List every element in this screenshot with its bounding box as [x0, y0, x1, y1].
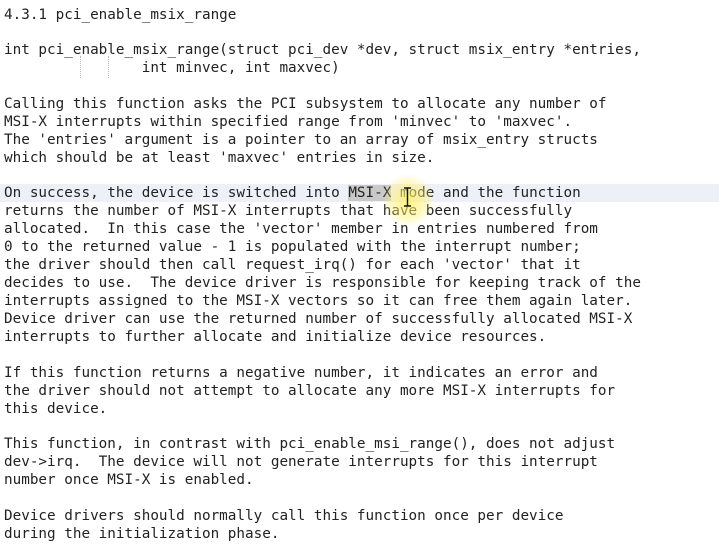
paragraph-line: number once MSI-X is enabled.	[4, 472, 254, 488]
paragraph-line: dev->irq. The device will not generate i…	[4, 454, 598, 470]
paragraph-line: interrupts assigned to the MSI-X vectors…	[4, 293, 633, 309]
text-segment: On success, the device is switched into	[4, 185, 349, 201]
text-segment: mode and the function	[391, 185, 581, 201]
paragraph-line: This function, in contrast with pci_enab…	[4, 436, 616, 452]
selected-text[interactable]: MSI-X	[348, 185, 392, 201]
paragraph-line: interrupts to further allocate and initi…	[4, 329, 547, 345]
signature-line: int minvec, int maxvec)	[4, 60, 340, 76]
paragraph-line: during the initialization phase.	[4, 526, 280, 542]
paragraph-line: the driver should then call request_irq(…	[4, 257, 581, 273]
signature-line: int pci_enable_msix_range(struct pci_dev…	[4, 42, 641, 58]
paragraph-line: decides to use. The device driver is res…	[4, 275, 641, 291]
paragraph-line: Device driver can use the returned numbe…	[4, 311, 633, 327]
paragraph-line: this device.	[4, 401, 108, 417]
paragraph-line: Calling this function asks the PCI subsy…	[4, 96, 607, 112]
paragraph-line: The 'entries' argument is a pointer to a…	[4, 132, 598, 148]
paragraph-line: 0 to the returned value - 1 is populated…	[4, 239, 581, 255]
paragraph-line: the driver should not attempt to allocat…	[4, 383, 616, 399]
paragraph-line: which should be at least 'maxvec' entrie…	[4, 150, 435, 166]
paragraph-line-current[interactable]: On success, the device is switched into …	[4, 184, 581, 202]
paragraph-line: MSI-X interrupts within specified range …	[4, 114, 573, 130]
paragraph-line: returns the number of MSI-X interrupts t…	[4, 203, 573, 219]
paragraph-line: allocated. In this case the 'vector' mem…	[4, 221, 598, 237]
section-heading: 4.3.1 pci_enable_msix_range	[4, 7, 237, 23]
document-view[interactable]: 4.3.1 pci_enable_msix_range int pci_enab…	[0, 0, 719, 545]
paragraph-line: Device drivers should normally call this…	[4, 508, 564, 524]
paragraph-line: If this function returns a negative numb…	[4, 365, 598, 381]
